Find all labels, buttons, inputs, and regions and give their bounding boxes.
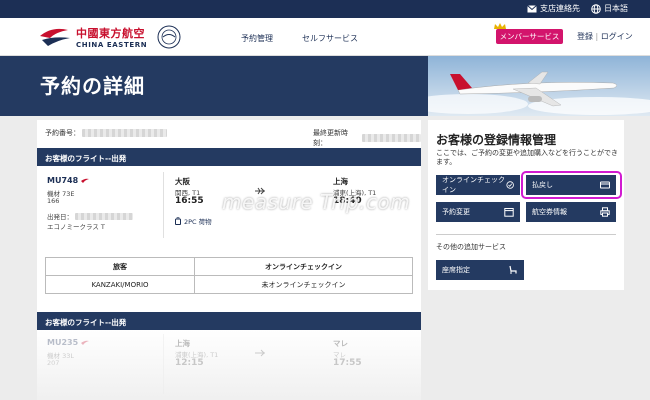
second-departure-time: 12:15 xyxy=(175,358,204,368)
booking-details-panel: 予約番号： 最終更新時刻： お客様のフライト--出発 MU748 機材 73E … xyxy=(37,120,421,400)
nav-self-service[interactable]: セルフサービス xyxy=(302,33,358,44)
seat-selection-button[interactable]: 座席指定 xyxy=(436,260,524,280)
china-eastern-logo[interactable]: 中國東方航空 CHINA EASTERN xyxy=(38,23,183,51)
language-label: 日本語 xyxy=(604,4,628,13)
passenger-table: 旅客 オンラインチェックイン KANZAKI/MORIO 未オンラインチェックイ… xyxy=(45,257,413,294)
departure-time: 16:55 xyxy=(175,196,204,206)
change-booking-label: 予約変更 xyxy=(442,208,470,216)
mail-icon xyxy=(527,4,537,12)
other-services-label: その他の追加サービス xyxy=(436,243,506,251)
last-updated-label: 最終更新時刻： xyxy=(313,129,348,147)
skyteam-seal-icon xyxy=(157,25,181,49)
register-link[interactable]: 登録 xyxy=(577,32,593,41)
side-panel-description: ここでは、ご予約の変更や追加購入などを行うことができます。 xyxy=(436,149,618,167)
second-flight-number: MU235 xyxy=(47,338,79,347)
flight-divider xyxy=(163,172,164,238)
last-updated: 最終更新時刻： xyxy=(313,128,421,148)
col-online-checkin: オンラインチェックイン xyxy=(193,257,413,276)
departure-date-redacted xyxy=(75,212,133,220)
second-flight-card: MU235 機材 33L 207 上海 浦東(上海), T1 12:15 マレ … xyxy=(37,330,421,400)
side-panel-title: お客様の登録情報管理 xyxy=(436,133,557,147)
online-checkin-button[interactable]: オンラインチェックイン xyxy=(436,175,520,195)
language-selector[interactable]: 日本語 xyxy=(591,3,628,14)
table-row: KANZAKI/MORIO 未オンラインチェックイン xyxy=(45,275,413,294)
printer-icon xyxy=(600,207,610,217)
side-divider xyxy=(436,234,616,235)
globe-icon xyxy=(591,3,601,14)
auth-separator: | xyxy=(595,32,599,41)
destination-city: 上海 xyxy=(333,177,348,186)
outbound-flight-header: お客様のフライト--出発 xyxy=(37,148,421,166)
refund-highlight-frame xyxy=(521,171,622,199)
branch-contact-label: 支店連絡先 xyxy=(540,4,580,13)
second-flight-seq: 207 xyxy=(47,359,60,367)
online-checkin-label: オンラインチェックイン xyxy=(442,176,505,194)
departure-date: 出発日： xyxy=(47,211,133,221)
logo-text-chinese: 中國東方航空 xyxy=(76,27,145,40)
baggage-icon xyxy=(175,217,181,225)
checkin-icon xyxy=(506,181,514,189)
auth-links: 登録 | ログイン xyxy=(577,31,633,42)
member-service-button[interactable]: メンバーサービス xyxy=(496,29,563,44)
airline-mini-logo-icon xyxy=(81,178,90,183)
airplane-hero-image xyxy=(428,56,650,116)
departure-date-label: 出発日： xyxy=(47,213,73,221)
cabin-class: エコノミークラス T xyxy=(47,223,105,231)
flight-seq: 166 xyxy=(47,197,60,205)
booking-number: 予約番号： xyxy=(45,128,167,138)
site-header: 中國東方航空 CHINA EASTERN 予約管理 セルフサービス メンバーサー… xyxy=(0,18,650,56)
plane-arrow-icon xyxy=(255,349,265,357)
second-origin-city: 上海 xyxy=(175,339,190,348)
baggage-info: 2PC 荷物 xyxy=(175,216,212,226)
booking-number-label: 予約番号： xyxy=(45,129,80,137)
flight-divider xyxy=(163,334,164,394)
logo-text-english: CHINA EASTERN xyxy=(76,41,148,49)
change-booking-button[interactable]: 予約変更 xyxy=(436,202,520,222)
second-flight-header: お客様のフライト--出発 xyxy=(37,312,421,330)
second-arrival-time: 17:55 xyxy=(333,358,362,368)
seat-icon xyxy=(509,265,517,274)
branch-contact-link[interactable]: 支店連絡先 xyxy=(527,3,580,14)
nav-booking-management[interactable]: 予約管理 xyxy=(241,33,273,44)
watermark-text: measure Trip.com xyxy=(222,190,411,214)
ticket-info-label: 航空券情報 xyxy=(532,208,567,216)
passenger-name: KANZAKI/MORIO xyxy=(45,275,195,294)
ticket-info-button[interactable]: 航空券情報 xyxy=(526,202,616,222)
second-destination-city: マレ xyxy=(333,339,348,348)
page-title: 予約の詳細 xyxy=(40,74,145,98)
airline-mini-logo-icon xyxy=(81,340,90,345)
calendar-icon xyxy=(504,208,514,217)
seat-selection-label: 座席指定 xyxy=(442,266,470,274)
top-bar: 支店連絡先 日本語 xyxy=(0,0,650,18)
booking-number-redacted xyxy=(82,129,167,137)
flight-number: MU748 xyxy=(47,176,79,185)
origin-city: 大阪 xyxy=(175,177,190,186)
login-link[interactable]: ログイン xyxy=(601,32,633,41)
checkin-status: 未オンラインチェックイン xyxy=(193,275,413,294)
swallow-logo-icon xyxy=(40,28,70,46)
col-passenger: 旅客 xyxy=(45,257,195,276)
last-updated-redacted xyxy=(361,134,421,142)
title-banner: 予約の詳細 xyxy=(0,56,650,116)
baggage-allowance: 2PC 荷物 xyxy=(184,218,212,226)
